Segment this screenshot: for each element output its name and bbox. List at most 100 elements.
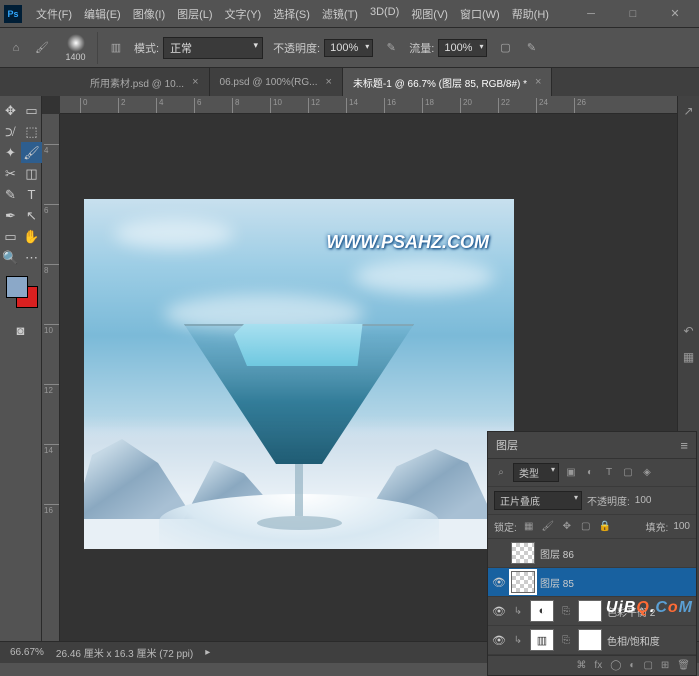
visibility-toggle[interactable]: 👁 bbox=[492, 633, 506, 647]
quick-mask[interactable]: ◙ bbox=[10, 320, 31, 341]
layer-row-0[interactable]: 图层 86 bbox=[488, 539, 696, 568]
zoom-level[interactable]: 66.67% bbox=[10, 647, 44, 658]
tab-1-close[interactable]: × bbox=[326, 76, 332, 88]
fx-icon[interactable]: fx bbox=[594, 660, 602, 671]
path-tool[interactable]: ↖ bbox=[21, 205, 42, 226]
layers-panel-menu[interactable]: ≡ bbox=[680, 438, 688, 453]
fill-value[interactable]: 100 bbox=[673, 521, 690, 532]
ruler-vertical[interactable]: 4 6 8 10 12 14 16 bbox=[42, 114, 60, 641]
menu-3d[interactable]: 3D(D) bbox=[364, 2, 405, 26]
ruler-v-16: 16 bbox=[44, 504, 60, 515]
shape-tool[interactable]: ▭ bbox=[0, 226, 21, 247]
link-layers-icon[interactable]: ⌘ bbox=[576, 660, 586, 671]
dock-swatches-icon[interactable]: ▦ bbox=[679, 347, 699, 367]
menu-image[interactable]: 图像(I) bbox=[127, 2, 171, 26]
tab-2[interactable]: 未标题-1 @ 66.7% (图层 85, RGB/8#) *× bbox=[343, 68, 553, 96]
menu-window[interactable]: 窗口(W) bbox=[454, 2, 506, 26]
doc-dimensions[interactable]: 26.46 厘米 x 16.3 厘米 (72 ppi) bbox=[56, 645, 193, 660]
brush-tool-icon[interactable]: 🖌 bbox=[34, 40, 50, 56]
lasso-tool[interactable]: ⟉ bbox=[0, 121, 21, 142]
dock-history-icon[interactable]: ↶ bbox=[679, 321, 699, 341]
visibility-toggle[interactable] bbox=[492, 546, 506, 560]
lock-pixels-icon[interactable]: 🖌 bbox=[541, 520, 555, 534]
brush-settings-icon[interactable]: ▥ bbox=[108, 40, 124, 56]
color-swatches[interactable] bbox=[4, 276, 37, 312]
crop-tool[interactable]: ✂ bbox=[0, 163, 21, 184]
tab-1[interactable]: 06.psd @ 100%(RG...× bbox=[210, 68, 343, 96]
tab-2-close[interactable]: × bbox=[535, 76, 541, 88]
marquee-tool[interactable]: ▭ bbox=[21, 100, 42, 121]
layer-name[interactable]: 图层 86 bbox=[540, 546, 574, 561]
lock-artboard-icon[interactable]: ▢ bbox=[579, 520, 593, 534]
adj-thumb[interactable]: ▥ bbox=[530, 629, 554, 651]
opacity-value[interactable]: 100 bbox=[635, 495, 652, 506]
brush-preview[interactable]: 1400 bbox=[60, 32, 98, 64]
tab-0[interactable]: 所用素材.psd @ 10...× bbox=[80, 68, 210, 96]
adj-thumb[interactable]: ◐ bbox=[530, 600, 554, 622]
mask-thumb[interactable] bbox=[578, 629, 602, 651]
pressure-size-icon[interactable]: ✎ bbox=[523, 40, 539, 56]
eyedrop-tool[interactable]: ✎ bbox=[0, 184, 21, 205]
menu-edit[interactable]: 编辑(E) bbox=[78, 2, 127, 26]
wand-tool[interactable]: ✦ bbox=[0, 142, 21, 163]
menu-type[interactable]: 文字(Y) bbox=[219, 2, 268, 26]
layer-thumb[interactable] bbox=[511, 571, 535, 593]
filter-image-icon[interactable]: ▣ bbox=[564, 466, 578, 480]
pen-tool[interactable]: ✒ bbox=[0, 205, 21, 226]
filter-adj-icon[interactable]: ◐ bbox=[583, 466, 597, 480]
status-arrow[interactable]: ▸ bbox=[205, 647, 210, 658]
layer-type-filter[interactable]: 类型 bbox=[513, 463, 559, 482]
dock-edit-icon[interactable]: ↗ bbox=[679, 101, 699, 121]
ruler-v-8: 8 bbox=[44, 264, 60, 275]
blend-mode-select[interactable]: 正片叠底 bbox=[494, 491, 582, 510]
layer-name[interactable]: 色相/饱和度 bbox=[607, 633, 660, 648]
mode-select[interactable]: 正常 bbox=[163, 37, 263, 59]
delete-icon[interactable]: 🗑 bbox=[677, 660, 690, 671]
flow-input[interactable]: 100% bbox=[438, 39, 487, 57]
minimize-button[interactable]: ─ bbox=[571, 2, 611, 26]
mask-icon[interactable]: ◯ bbox=[610, 660, 621, 671]
lock-trans-icon[interactable]: ▦ bbox=[522, 520, 536, 534]
opacity-input[interactable]: 100% bbox=[324, 39, 373, 57]
tab-0-close[interactable]: × bbox=[192, 76, 198, 88]
pressure-opacity-icon[interactable]: ✎ bbox=[383, 40, 399, 56]
menu-layer[interactable]: 图层(L) bbox=[171, 2, 218, 26]
menu-select[interactable]: 选择(S) bbox=[267, 2, 316, 26]
layer-name[interactable]: 图层 85 bbox=[540, 575, 574, 590]
quick-select-tool[interactable]: ⬚ bbox=[21, 121, 42, 142]
layer-row-1[interactable]: 👁 图层 85 bbox=[488, 568, 696, 597]
menu-view[interactable]: 视图(V) bbox=[405, 2, 454, 26]
airbrush-icon[interactable]: ▢ bbox=[497, 40, 513, 56]
ruler-h-14: 14 bbox=[346, 98, 358, 114]
move-tool[interactable]: ✥ bbox=[0, 100, 21, 121]
brush-tool[interactable]: 🖌 bbox=[21, 142, 42, 163]
new-layer-icon[interactable]: ⊞ bbox=[661, 660, 669, 671]
group-icon[interactable]: ▢ bbox=[643, 660, 652, 671]
filter-type-icon[interactable]: T bbox=[602, 466, 616, 480]
lock-all-icon[interactable]: 🔒 bbox=[598, 520, 612, 534]
adjustment-icon[interactable]: ◐ bbox=[629, 660, 635, 671]
foreground-color[interactable] bbox=[6, 276, 28, 298]
menu-help[interactable]: 帮助(H) bbox=[506, 2, 555, 26]
zoom-tool[interactable]: 🔍 bbox=[0, 247, 21, 268]
hand-tool[interactable]: ✋ bbox=[21, 226, 42, 247]
visibility-toggle[interactable]: 👁 bbox=[492, 604, 506, 618]
edit-toolbar[interactable]: ⋯ bbox=[21, 247, 42, 268]
filter-shape-icon[interactable]: ▢ bbox=[621, 466, 635, 480]
document-canvas[interactable]: WWW.PSAHZ.COM bbox=[84, 199, 514, 549]
layer-thumb[interactable] bbox=[511, 542, 535, 564]
close-button[interactable]: ✕ bbox=[655, 2, 695, 26]
maximize-button[interactable]: □ bbox=[613, 2, 653, 26]
menu-file[interactable]: 文件(F) bbox=[30, 2, 78, 26]
ruler-horizontal[interactable]: 0 2 4 6 8 10 12 14 16 18 20 22 24 26 bbox=[60, 96, 677, 114]
lock-pos-icon[interactable]: ✥ bbox=[560, 520, 574, 534]
mask-thumb[interactable] bbox=[578, 600, 602, 622]
eraser-tool[interactable]: ◫ bbox=[21, 163, 42, 184]
home-icon[interactable]: ⌂ bbox=[8, 40, 24, 56]
menu-filter[interactable]: 滤镜(T) bbox=[316, 2, 364, 26]
visibility-toggle[interactable]: 👁 bbox=[492, 575, 506, 589]
search-icon[interactable]: ⌕ bbox=[494, 466, 508, 480]
filter-smart-icon[interactable]: ◈ bbox=[640, 466, 654, 480]
watermark-text: WWW.PSAHZ.COM bbox=[326, 232, 489, 253]
type-tool[interactable]: T bbox=[21, 184, 42, 205]
